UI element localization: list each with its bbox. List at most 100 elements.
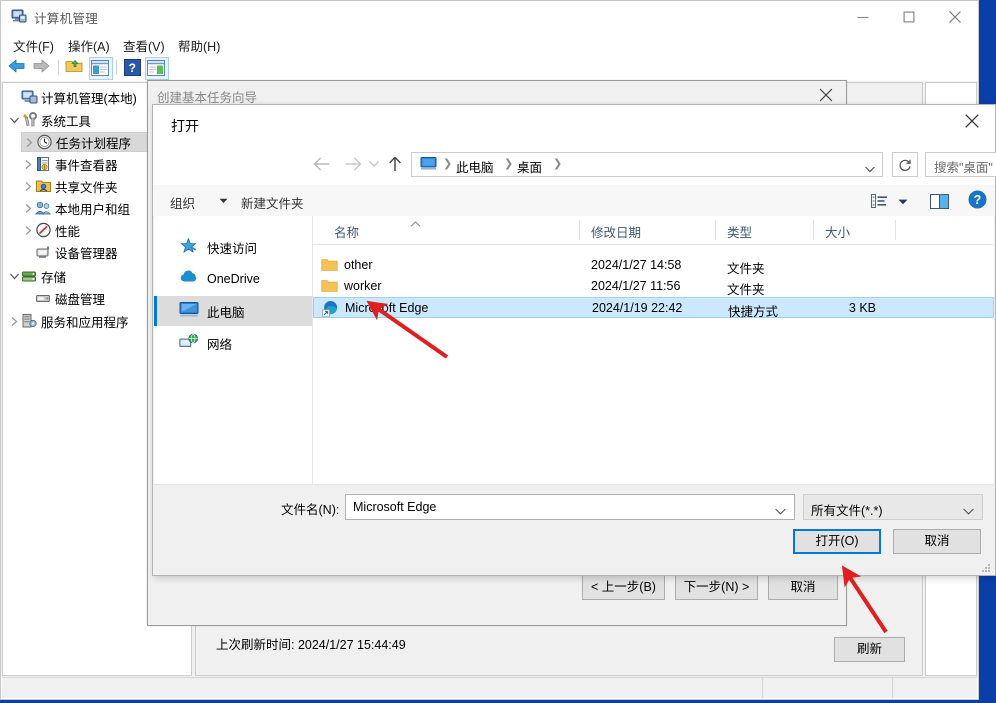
open-dialog-footer: 文件名(N): Microsoft Edge 所有文件(*.*) 打开(O) 取… (153, 484, 995, 575)
resize-grip-icon[interactable] (981, 562, 991, 572)
file-name: Microsoft Edge (345, 301, 429, 315)
window-title: 计算机管理 (34, 12, 99, 26)
filename-input[interactable]: Microsoft Edge (345, 494, 795, 520)
toolbar-separator-1 (58, 60, 59, 75)
open-button[interactable]: 打开(O) (793, 529, 881, 554)
nav-item-label: 快速访问 (207, 241, 258, 256)
maximize-button[interactable] (886, 1, 932, 32)
show-hide-action-pane-button[interactable] (145, 57, 169, 80)
back-button[interactable] (7, 57, 29, 78)
search-input[interactable]: 搜索"桌面" (934, 157, 993, 176)
open-file-dialog: 打开 ❯ 此电脑 ❯ 桌面 ❯ 搜索"桌面" 组织 新建文件夹 ? 快速访问 O… (152, 104, 996, 576)
file-type-filter-select[interactable]: 所有文件(*.*) (803, 494, 983, 520)
file-date: 2024/1/19 22:42 (592, 301, 683, 315)
open-dialog-close-button[interactable] (949, 105, 995, 137)
this-pc-icon (420, 156, 437, 174)
organize-chevron-down-icon[interactable] (219, 193, 228, 207)
close-button[interactable] (932, 1, 978, 32)
open-dialog-title: 打开 (171, 118, 199, 134)
help-button[interactable]: ? (122, 57, 144, 78)
twisty-collapsed[interactable] (7, 311, 21, 331)
twisty-collapsed[interactable] (21, 220, 35, 240)
column-header-row: 名称 修改日期 类型 大小 (313, 216, 994, 245)
menu-action[interactable]: 操作(A) (64, 35, 114, 56)
twisty-collapsed[interactable] (21, 176, 35, 196)
up-one-level-icon[interactable] (384, 151, 406, 177)
nav-item-onedrive[interactable]: OneDrive (154, 264, 312, 294)
twisty-none (21, 242, 35, 262)
menu-file[interactable]: 文件(F) (9, 35, 58, 56)
filename-chevron-down-icon[interactable] (775, 504, 786, 518)
file-type: 快捷方式 (728, 305, 779, 319)
column-header-size[interactable]: 大小 (825, 222, 850, 241)
column-header-type[interactable]: 类型 (727, 222, 752, 241)
twisty-collapsed[interactable] (21, 154, 35, 174)
nav-item-this-pc[interactable]: 此电脑 (154, 296, 312, 326)
wizard-next-button[interactable]: 下一步(N) > (675, 575, 758, 600)
wizard-cancel-button[interactable]: 取消 (768, 575, 838, 600)
view-layout-button[interactable] (871, 191, 915, 211)
wizard-back-button[interactable]: < 上一步(B) (582, 575, 665, 600)
twisty-expanded[interactable] (7, 110, 21, 130)
crumb-sep-1: ❯ (504, 158, 514, 170)
status-separator-1 (762, 678, 763, 698)
menu-view[interactable]: 查看(V) (119, 35, 169, 56)
table-row[interactable]: worker 2024/1/27 11:56 文件夹 (313, 276, 994, 297)
column-header-name[interactable]: 名称 (334, 222, 359, 241)
file-type: 文件夹 (727, 283, 765, 297)
clock-icon (36, 134, 53, 150)
svg-text:?: ? (974, 193, 982, 207)
column-separator-3[interactable] (813, 220, 814, 240)
back-arrow-icon[interactable] (309, 151, 335, 177)
show-hide-console-tree-button[interactable] (89, 57, 113, 80)
preview-pane-button[interactable] (930, 191, 952, 211)
refresh-button[interactable]: 刷新 (834, 637, 905, 662)
twisty-collapsed[interactable] (21, 198, 35, 218)
crumb-desktop[interactable]: 桌面 (517, 157, 542, 176)
storage-icon (21, 268, 38, 284)
file-size: 3 KB (848, 301, 876, 315)
nav-item-quick-access[interactable]: 快速访问 (154, 232, 312, 262)
command-bar: 组织 新建文件夹 ? (153, 185, 995, 217)
organize-button[interactable]: 组织 (170, 193, 195, 212)
up-folder-button[interactable] (64, 57, 86, 78)
tree-node-label: 本地用户和组 (55, 202, 131, 217)
crumb-this-pc[interactable]: 此电脑 (456, 157, 494, 176)
cancel-button[interactable]: 取消 (893, 529, 981, 554)
forward-arrow-icon[interactable] (340, 151, 366, 177)
forward-button[interactable] (31, 57, 53, 78)
refresh-icon-button[interactable] (892, 152, 918, 177)
column-separator-1[interactable] (579, 220, 580, 240)
column-separator-4[interactable] (895, 220, 896, 240)
crumb-sep-2: ❯ (553, 158, 563, 170)
tree-node-label: 存储 (41, 270, 67, 285)
help-circle-icon[interactable]: ? (968, 190, 988, 210)
computer-management-icon (11, 8, 27, 24)
filter-chevron-down-icon[interactable] (963, 504, 974, 518)
computer-icon (21, 89, 38, 105)
folder-icon (321, 278, 338, 295)
services-icon (21, 313, 38, 329)
recent-locations-chevron-down-icon[interactable] (365, 151, 383, 177)
twisty-expanded[interactable] (7, 266, 21, 286)
address-chevron-down-icon[interactable] (865, 162, 875, 176)
table-row[interactable]: other 2024/1/27 14:58 文件夹 (313, 255, 994, 276)
table-row[interactable]: Microsoft Edge 2024/1/19 22:42 快捷方式 3 KB (313, 297, 994, 319)
nav-item-network[interactable]: 网络 (154, 328, 312, 358)
menu-help[interactable]: 帮助(H) (174, 35, 224, 56)
navigation-row: ❯ 此电脑 ❯ 桌面 ❯ 搜索"桌面" (153, 143, 996, 185)
address-bar[interactable]: ❯ 此电脑 ❯ 桌面 ❯ (411, 152, 883, 177)
column-header-date[interactable]: 修改日期 (591, 222, 641, 241)
column-separator-2[interactable] (715, 220, 716, 240)
disk-icon (35, 290, 52, 306)
tree-node-label: 性能 (55, 224, 81, 239)
toolbar-separator-2 (116, 60, 117, 75)
twisty-collapsed[interactable] (22, 132, 36, 152)
file-list: 名称 修改日期 类型 大小 other 2024/1/27 14:58 文件夹 (313, 216, 994, 485)
edge-shortcut-icon (322, 300, 339, 318)
new-folder-button[interactable]: 新建文件夹 (241, 193, 304, 212)
minimize-button[interactable] (840, 1, 886, 32)
search-box[interactable]: 搜索"桌面" (925, 152, 996, 177)
tree-node-label: 系统工具 (41, 114, 92, 129)
menubar: 文件(F) 操作(A) 查看(V) 帮助(H) (1, 32, 978, 54)
